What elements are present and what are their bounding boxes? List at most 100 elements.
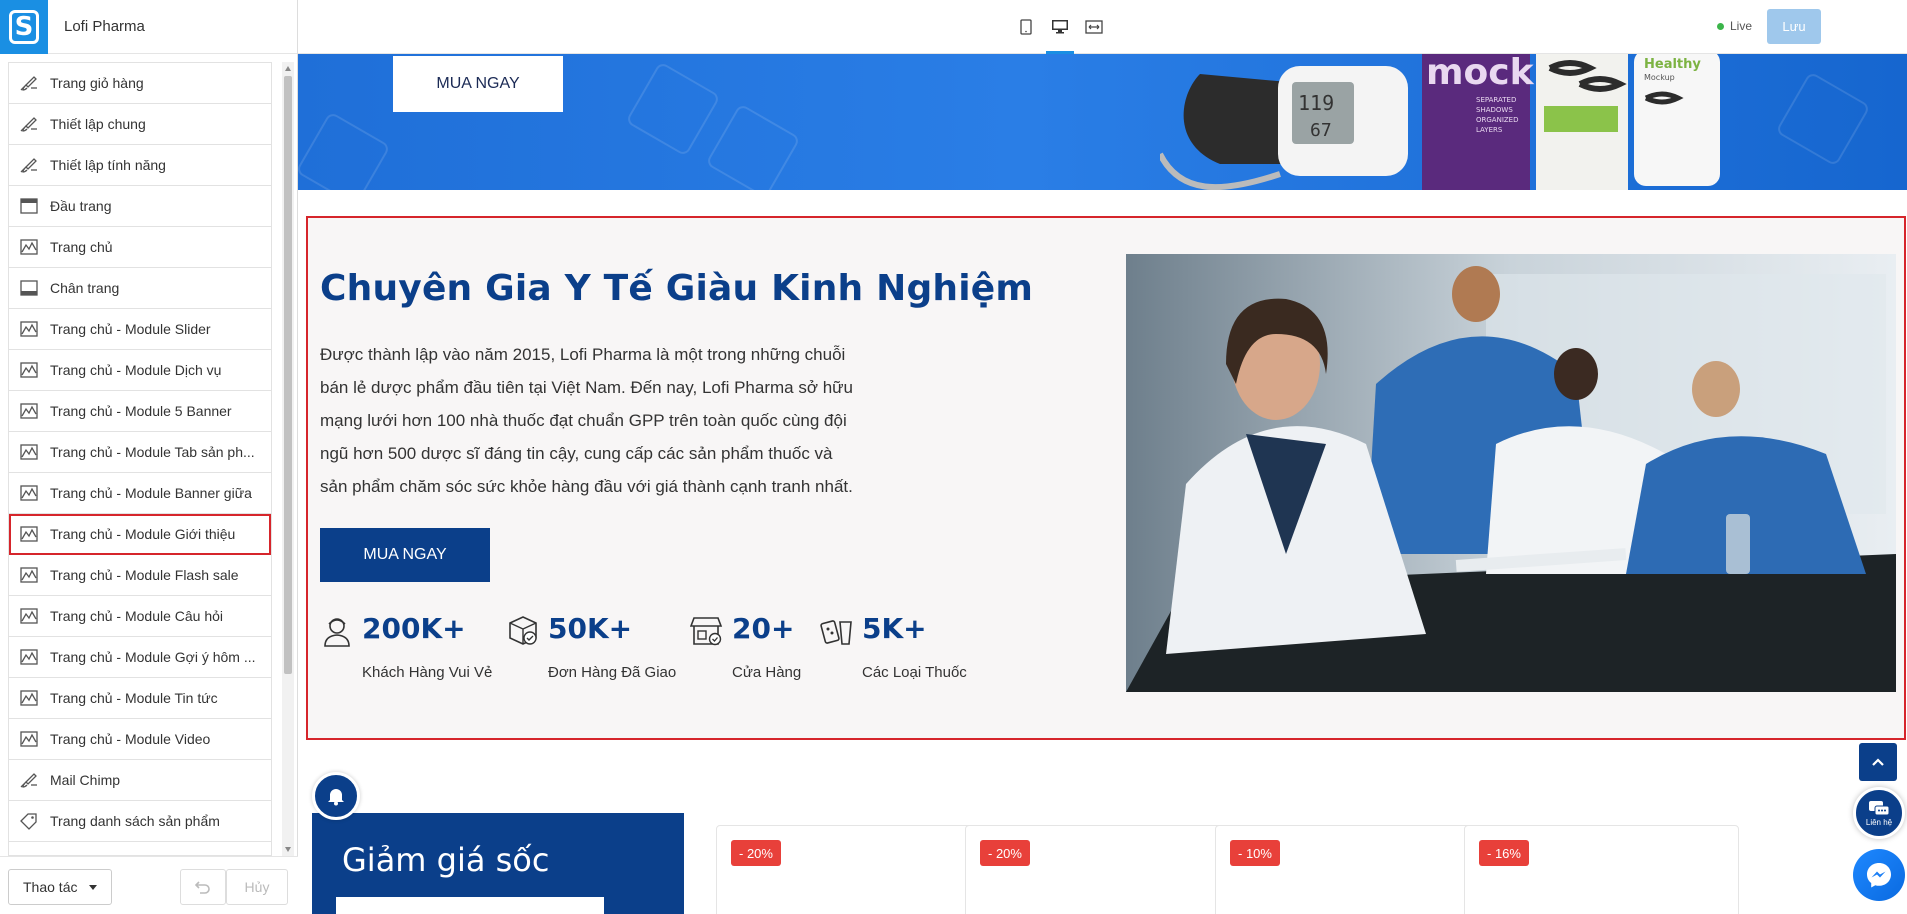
- actions-label: Thao tác: [23, 879, 78, 895]
- mobile-view-button[interactable]: [1015, 0, 1037, 54]
- preview-canvas: MUA NGAY 119 67 mock SEPARATED SHADOWS O…: [298, 54, 1907, 914]
- sidebar-item-label: Trang chủ - Module Tin tức: [50, 690, 218, 706]
- contact-button[interactable]: Liên hệ: [1853, 787, 1905, 839]
- settings-menu: Trang giỏ hàng Thiết lập chung Thiết lập t…: [8, 62, 272, 856]
- sidebar-item-label: Trang chủ - Module Gợi ý hôm ...: [50, 649, 256, 665]
- top-toolbar: Live Lưu: [298, 0, 1907, 54]
- about-module[interactable]: Chuyên Gia Y Tế Giàu Kinh Nghiệm Được th…: [306, 216, 1906, 740]
- header-layout-icon: [18, 196, 40, 216]
- hero-buy-button[interactable]: MUA NGAY: [393, 56, 563, 112]
- chart-image-icon: [18, 524, 40, 544]
- discount-badge: - 16%: [1479, 840, 1529, 866]
- healthy-text: Healthy: [1644, 57, 1701, 72]
- actions-dropdown[interactable]: Thao tác: [8, 869, 112, 905]
- product-card[interactable]: - 20%: [965, 825, 1240, 914]
- sidebar-item[interactable]: Trang chủ - Module Dịch vụ: [9, 350, 271, 391]
- sidebar-item[interactable]: Trang chủ - Module Gợi ý hôm ...: [9, 637, 271, 678]
- expand-width-icon: [1085, 20, 1103, 34]
- scroll-down-icon[interactable]: [285, 847, 291, 852]
- layers-text: LAYERS: [1476, 126, 1503, 134]
- about-buy-button[interactable]: MUA NGAY: [320, 528, 490, 582]
- sidebar-item[interactable]: Trang chủ - Module 5 Banner: [9, 391, 271, 432]
- chart-image-icon: [18, 606, 40, 626]
- about-line: bán lẻ dược phẩm đầu tiên tại Việt Nam. …: [320, 378, 853, 397]
- sidebar-item[interactable]: Thiết lập tính năng: [9, 145, 271, 186]
- fullwidth-view-button[interactable]: [1083, 0, 1105, 54]
- chart-image-icon: [18, 319, 40, 339]
- brush-icon: [18, 114, 40, 134]
- sidebar-item[interactable]: Chân trang: [9, 268, 271, 309]
- sidebar-item-label: Thiết lập chung: [50, 116, 146, 132]
- sidebar-item[interactable]: Trang chủ: [9, 227, 271, 268]
- sidebar-item[interactable]: Trang chủ - Module Flash sale: [9, 555, 271, 596]
- about-line: ngũ hơn 500 dược sĩ đáng tin cậy, cung c…: [320, 444, 833, 463]
- scrollbar-thumb[interactable]: [284, 76, 292, 674]
- product-card[interactable]: - 10%: [1215, 825, 1490, 914]
- undo-icon: [195, 881, 210, 894]
- product-card[interactable]: - 20%: [716, 825, 991, 914]
- cancel-button[interactable]: Hủy: [226, 869, 288, 905]
- sidebar-item[interactable]: Đầu trang: [9, 186, 271, 227]
- sidebar-item-label: Chân trang: [50, 280, 120, 296]
- caret-down-icon: [89, 884, 98, 890]
- chart-image-icon: [18, 401, 40, 421]
- sidebar-item-label: Mail Chimp: [50, 772, 121, 788]
- chart-image-icon: [18, 729, 40, 749]
- save-button[interactable]: Lưu: [1767, 9, 1821, 44]
- sidebar-item-label: Trang chủ - Module Slider: [50, 321, 211, 337]
- sidebar-item[interactable]: Trang danh sách sản phẩm: [9, 801, 271, 842]
- sidebar-item[interactable]: Trang chủ - Module Tin tức: [9, 678, 271, 719]
- mockup-text: Mockup: [1644, 73, 1675, 82]
- discount-badge: - 20%: [980, 840, 1030, 866]
- scroll-up-icon[interactable]: [285, 66, 291, 71]
- chart-image-icon: [18, 647, 40, 667]
- separated-text: SEPARATED: [1476, 96, 1516, 104]
- tag-icon: [18, 811, 40, 831]
- sidebar-item[interactable]: Trang chủ - Module Video: [9, 719, 271, 760]
- app-logo[interactable]: S: [0, 0, 48, 54]
- brush-icon: [18, 770, 40, 790]
- sidebar-item-label: Trang chủ - Module Tab sản ph...: [50, 444, 255, 460]
- desktop-view-button[interactable]: [1046, 0, 1074, 54]
- discount-badge: - 10%: [1230, 840, 1280, 866]
- about-line: mạng lưới hơn 100 nhà thuốc đạt chuẩn GP…: [320, 411, 847, 430]
- stat-label: Đơn Hàng Đã Giao: [548, 664, 677, 681]
- chart-image-icon: [18, 688, 40, 708]
- sidebar-item[interactable]: Trang chủ - Module Tab sản ph...: [9, 432, 271, 473]
- sidebar-item[interactable]: Trang chủ - Module Câu hỏi: [9, 596, 271, 637]
- notification-bell-button[interactable]: [312, 772, 360, 820]
- sidebar-item[interactable]: Thiết lập chung: [9, 104, 271, 145]
- doctors-photo: [1126, 254, 1896, 692]
- countdown-box: [336, 897, 406, 914]
- undo-button[interactable]: [180, 869, 226, 905]
- sidebar-item[interactable]: Trang giỏ hàng: [9, 63, 271, 104]
- desktop-icon: [1052, 20, 1068, 34]
- contact-label: Liên hệ: [1865, 817, 1893, 827]
- live-label: Live: [1730, 19, 1753, 33]
- sidebar-item-label: Trang chủ - Module Flash sale: [50, 567, 239, 583]
- live-dot-icon: [1717, 22, 1724, 30]
- product-card[interactable]: - 16%: [1464, 825, 1739, 914]
- svg-text:119: 119: [1298, 91, 1334, 115]
- sidebar-item[interactable]: Trang chủ - Module Slider: [9, 309, 271, 350]
- sidebar-item[interactable]: Trang chủ - Module Banner giữa: [9, 473, 271, 514]
- bell-icon: [328, 789, 344, 806]
- sidebar-item[interactable]: Trang chi tiết: [9, 842, 271, 855]
- sidebar-item-label: Đầu trang: [50, 198, 112, 214]
- sidebar-item-label: Thiết lập tính năng: [50, 157, 166, 173]
- messenger-button[interactable]: [1853, 849, 1905, 901]
- svg-text:67: 67: [1310, 120, 1332, 141]
- countdown-box: [534, 897, 604, 914]
- back-to-top-button[interactable]: [1859, 743, 1897, 781]
- brush-icon: [18, 73, 40, 93]
- sidebar-item[interactable]: Mail Chimp: [9, 760, 271, 801]
- stat-label: Các Loại Thuốc: [862, 664, 967, 681]
- chart-image-icon: [18, 237, 40, 257]
- countdown-box: [402, 897, 472, 914]
- sidebar-item[interactable]: Trang chủ - Module Giới thiệu: [9, 514, 271, 555]
- delivered-box-icon: [509, 616, 537, 645]
- chart-image-icon: [18, 483, 40, 503]
- viewport-switcher: [1015, 0, 1105, 54]
- chevron-up-icon: [1872, 758, 1884, 766]
- sidebar-scrollbar[interactable]: [282, 62, 294, 856]
